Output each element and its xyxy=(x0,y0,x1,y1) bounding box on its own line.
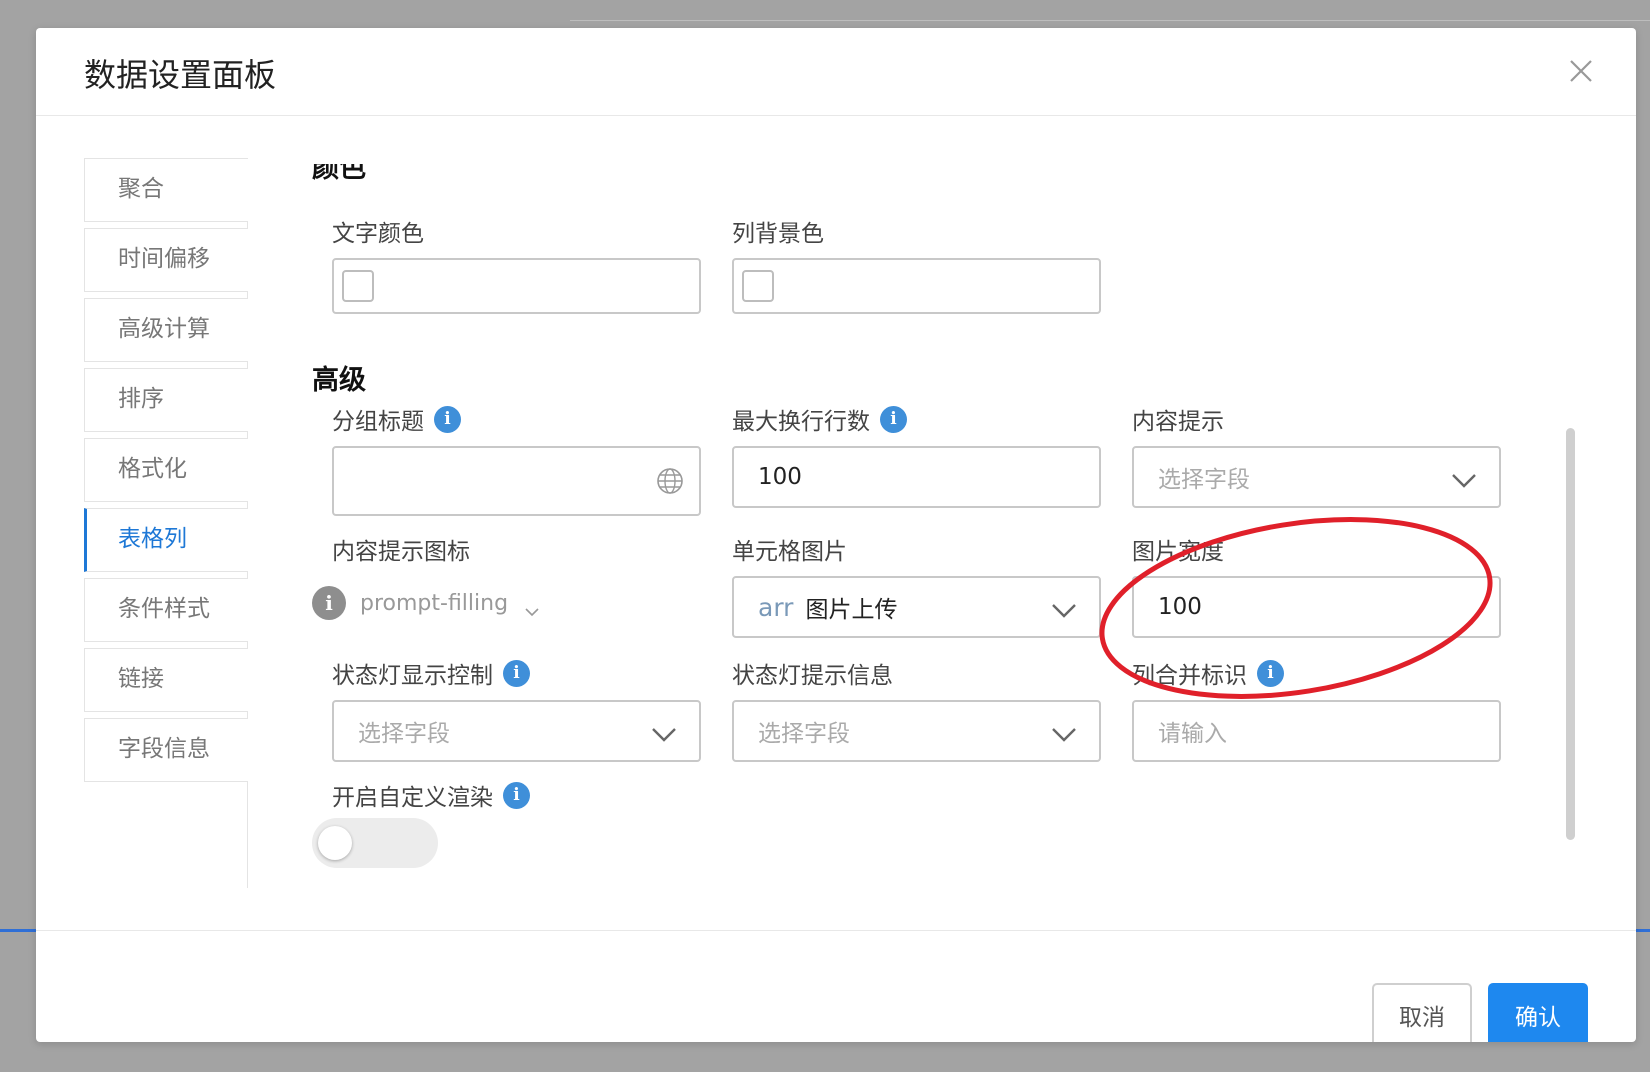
bg-color-label: 列背景色 xyxy=(732,221,824,247)
sidebar-item-advanced-calc[interactable]: 高级计算 xyxy=(84,298,248,362)
chevron-down-icon xyxy=(524,598,540,617)
chevron-down-icon xyxy=(1051,723,1077,742)
info-icon[interactable]: i xyxy=(880,405,907,433)
text-color-swatch[interactable] xyxy=(342,270,374,302)
cancel-button[interactable]: 取消 xyxy=(1372,983,1472,1042)
group-title-input[interactable] xyxy=(332,446,701,516)
image-width-label: 图片宽度 xyxy=(1132,539,1224,565)
content-tip-icon-select[interactable]: i prompt-filling xyxy=(312,586,540,620)
status-tip-select[interactable]: 选择字段 xyxy=(732,700,1101,762)
max-lines-label: 最大换行行数 i xyxy=(732,402,907,436)
group-title-label: 分组标题 i xyxy=(332,402,461,436)
merge-input[interactable]: 请输入 xyxy=(1132,700,1501,762)
chevron-down-icon xyxy=(651,723,677,742)
advanced-section-title: 高级 xyxy=(312,365,366,396)
dialog-title: 数据设置面板 xyxy=(84,56,277,94)
cell-image-label: 单元格图片 xyxy=(732,539,847,565)
prompt-filling-icon: i xyxy=(312,586,346,620)
custom-render-label: 开启自定义渲染 i xyxy=(332,778,530,812)
custom-render-toggle[interactable] xyxy=(312,818,438,868)
info-icon[interactable]: i xyxy=(503,781,530,809)
array-type-tag: arr xyxy=(758,592,794,622)
sidebar-item-format[interactable]: 格式化 xyxy=(84,438,248,502)
toggle-knob xyxy=(318,826,352,860)
close-icon[interactable] xyxy=(1566,56,1596,86)
sidebar-item-aggregate[interactable]: 聚合 xyxy=(84,158,248,222)
sidebar-item-time-offset[interactable]: 时间偏移 xyxy=(84,228,248,292)
bg-color-picker[interactable] xyxy=(732,258,1101,314)
status-light-label: 状态灯显示控制 i xyxy=(332,656,530,690)
info-icon[interactable]: i xyxy=(434,405,461,433)
sidebar-item-table-column[interactable]: 表格列 xyxy=(84,508,248,572)
content-tip-select[interactable]: 选择字段 xyxy=(1132,446,1501,508)
settings-sidebar: 聚合 时间偏移 高级计算 排序 格式化 表格列 条件样式 链接 字段信息 xyxy=(84,158,248,888)
settings-content: 颜色 文字颜色 列背景色 高级 分组标题 i 最大换行行数 i 100 内容提示 xyxy=(280,146,1610,894)
image-width-input[interactable]: 100 xyxy=(1132,576,1501,638)
color-section-title: 颜色 xyxy=(312,164,366,184)
text-color-picker[interactable] xyxy=(332,258,701,314)
confirm-button[interactable]: 确认 xyxy=(1488,983,1588,1042)
sidebar-item-sort[interactable]: 排序 xyxy=(84,368,248,432)
text-color-label: 文字颜色 xyxy=(332,221,424,247)
sidebar-item-field-info[interactable]: 字段信息 xyxy=(84,718,248,782)
content-tip-label: 内容提示 xyxy=(1132,409,1224,435)
merge-label: 列合并标识 i xyxy=(1132,656,1284,690)
bg-color-swatch[interactable] xyxy=(742,270,774,302)
content-scrollbar[interactable] xyxy=(1566,428,1575,840)
sidebar-item-conditional-style[interactable]: 条件样式 xyxy=(84,578,248,642)
globe-icon[interactable] xyxy=(655,466,685,496)
status-tip-label: 状态灯提示信息 xyxy=(732,663,893,689)
data-settings-dialog: 数据设置面板 聚合 时间偏移 高级计算 排序 格式化 表格列 条件样式 链接 字… xyxy=(36,28,1636,1042)
sidebar-item-link[interactable]: 链接 xyxy=(84,648,248,712)
cell-image-select[interactable]: arr 图片上传 xyxy=(732,576,1101,638)
info-icon[interactable]: i xyxy=(1257,659,1284,687)
chevron-down-icon xyxy=(1051,599,1077,618)
info-icon[interactable]: i xyxy=(503,659,530,687)
max-lines-input[interactable]: 100 xyxy=(732,446,1101,508)
dialog-header: 数据设置面板 xyxy=(36,28,1636,116)
status-light-select[interactable]: 选择字段 xyxy=(332,700,701,762)
dialog-footer: 取消 确认 xyxy=(36,930,1636,1042)
chevron-down-icon xyxy=(1451,469,1477,488)
content-tip-icon-label: 内容提示图标 xyxy=(332,539,470,565)
